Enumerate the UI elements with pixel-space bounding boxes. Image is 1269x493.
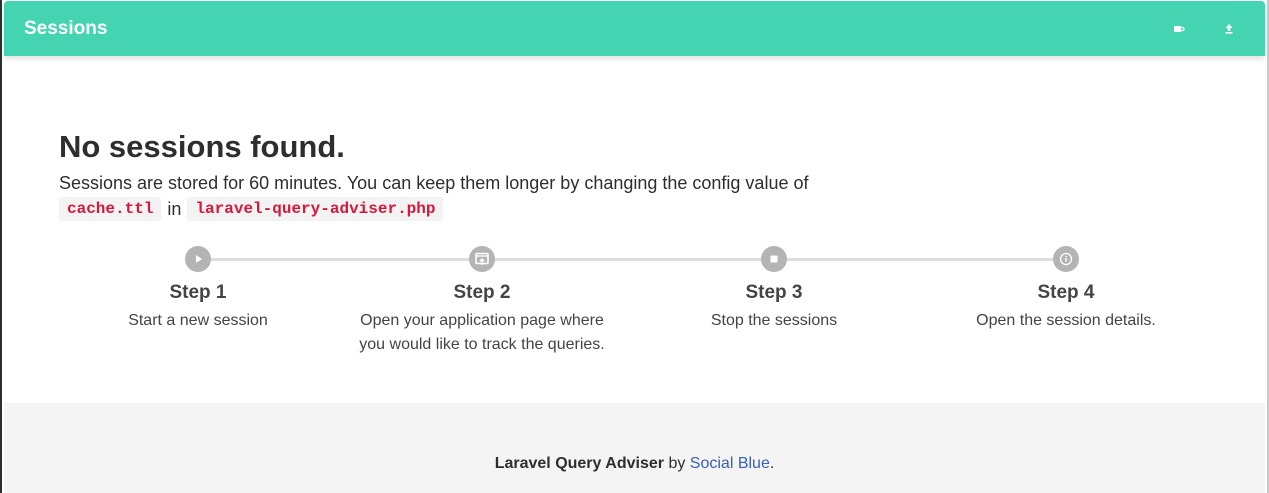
in-word: in (167, 198, 182, 219)
step-4-text: Open the session details. (976, 312, 1156, 329)
step-1-text: Start a new session (128, 312, 268, 329)
app-window: Sessions No sessions found. Sessions are… (0, 0, 1269, 493)
page-title: Sessions (24, 18, 108, 39)
info-icon (1059, 252, 1073, 266)
empty-state: No sessions found. Sessions are stored f… (59, 128, 1209, 221)
footer-by: by (668, 455, 686, 472)
footer-author-link[interactable]: Social Blue (690, 455, 770, 472)
open-page-icon (475, 252, 489, 265)
step-1-marker (185, 246, 211, 272)
step-connector (774, 258, 1066, 261)
footer-credit: Laravel Query Adviser by Social Blue. (4, 455, 1265, 473)
step-3-marker (761, 246, 787, 272)
upload-button[interactable] (1220, 20, 1238, 38)
step-4-title: Step 4 (1037, 282, 1095, 303)
step-2-marker (469, 246, 495, 272)
step-3-title: Step 3 (745, 282, 803, 303)
step-connector (482, 258, 774, 261)
config-file-code: laravel-query-adviser.php (187, 197, 444, 221)
empty-state-description: Sessions are stored for 60 minutes. You … (59, 173, 809, 193)
stop-icon (770, 255, 778, 263)
top-bar: Sessions (4, 1, 1265, 56)
coffee-button[interactable] (1170, 20, 1188, 38)
footer-product-name: Laravel Query Adviser (494, 455, 664, 472)
step-2-title: Step 2 (453, 282, 511, 303)
step-2-text: Open your application page where you wou… (359, 312, 605, 353)
step-1-title: Step 1 (169, 282, 227, 303)
upload-icon (1225, 24, 1233, 34)
empty-state-heading: No sessions found. (59, 129, 345, 164)
step-connector (198, 258, 486, 261)
footer: Laravel Query Adviser by Social Blue. (4, 403, 1265, 493)
config-hint: cache.ttl in laravel-query-adviser.php (59, 197, 1209, 221)
step-4-marker (1053, 246, 1079, 272)
coffee-icon (1174, 26, 1185, 32)
config-key-code: cache.ttl (59, 197, 162, 221)
play-icon (196, 255, 202, 263)
footer-period: . (769, 455, 775, 472)
step-3-text: Stop the sessions (710, 312, 838, 329)
